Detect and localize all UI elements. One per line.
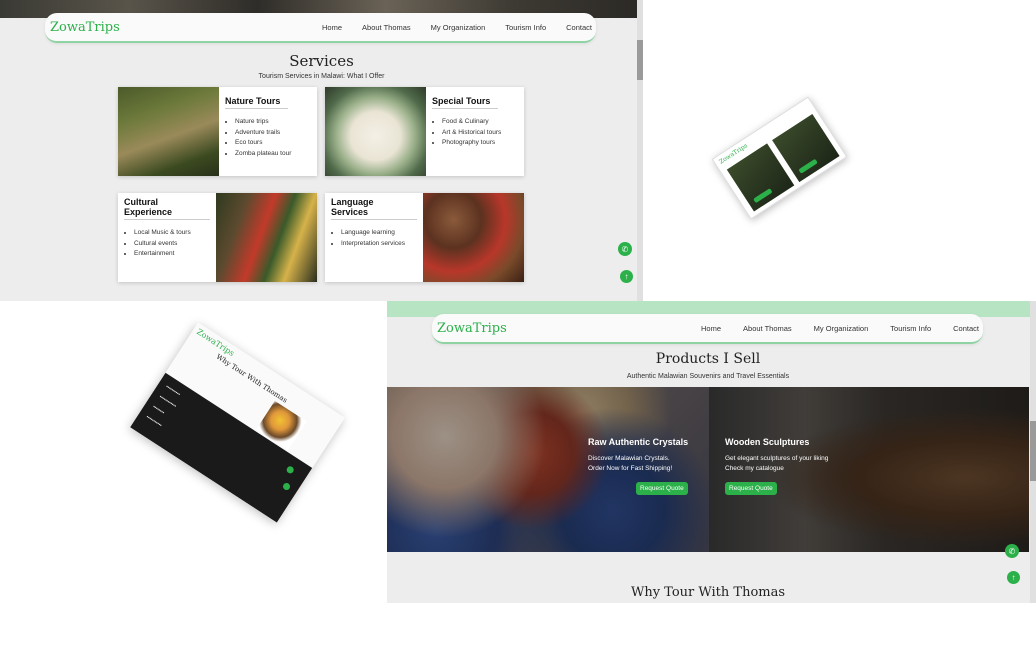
section-subtitle: Authentic Malawian Souvenirs and Travel … (626, 373, 790, 380)
card-list: Local Music & tours Cultural events Ente… (124, 228, 210, 260)
arrow-up-icon[interactable]: ↑ (1007, 571, 1020, 584)
list-item: Art & Historical tours (442, 128, 501, 139)
feature-line: ▪▪▪▪▪▪▪▪▪▪▪▪ (158, 393, 178, 409)
navbar: ZowaTrips Home About Thomas My Organizat… (432, 314, 983, 344)
banner-overlay (387, 387, 1029, 552)
arrow-up-icon[interactable]: ↑ (620, 270, 633, 283)
whatsapp-icon[interactable]: ✆ (1005, 544, 1019, 558)
feature-line: ▪▪▪▪▪▪▪▪ (152, 403, 166, 416)
quote-button-thumb (798, 158, 818, 174)
list-item: Adventure trails (235, 128, 291, 139)
logo: ZowaTrips (194, 327, 236, 359)
products-screenshot: ZowaTrips Home About Thomas My Organizat… (387, 301, 1036, 603)
nav-home[interactable]: Home (701, 324, 721, 333)
scrollbar-thumb[interactable] (1030, 421, 1036, 481)
section-subtitle: Tourism Services in Malawi: What I Offer (258, 73, 385, 80)
mobile-preview-why-tour: ZowaTrips Why Tour With Thomas ▪▪▪▪▪▪▪▪▪… (130, 322, 345, 523)
card-list: Nature trips Adventure trails Eco tours … (225, 117, 291, 159)
scrollbar[interactable] (1030, 301, 1036, 603)
navbar: ZowaTrips Home About Thomas My Organizat… (45, 13, 596, 43)
product-line: Check my catalogue (725, 465, 784, 472)
services-screenshot: ZowaTrips Home About Thomas My Organizat… (0, 0, 643, 301)
nav-contact[interactable]: Contact (566, 23, 592, 32)
list-item: Nature trips (235, 117, 291, 128)
nav-links: Home About Thomas My Organization Touris… (302, 23, 592, 32)
card-title: Cultural Experience (124, 197, 210, 220)
nav-home[interactable]: Home (322, 23, 342, 32)
nav-my-organization[interactable]: My Organization (814, 324, 869, 333)
product-sculptures: Wooden Sculptures Get elegant sculptures… (725, 437, 828, 495)
request-quote-button[interactable]: Request Quote (636, 482, 688, 495)
card-title: Special Tours (432, 96, 499, 109)
list-item: Interpretation services (341, 239, 417, 250)
service-card-cultural-experience: Cultural Experience Local Music & tours … (118, 193, 317, 282)
logo[interactable]: ZowaTrips (437, 321, 507, 336)
product-crystals: Raw Authentic Crystals Discover Malawian… (588, 437, 688, 495)
service-card-nature-tours: Nature Tours Nature trips Adventure trai… (118, 87, 317, 176)
nav-about-thomas[interactable]: About Thomas (743, 324, 792, 333)
card-list: Food & Culinary Art & Historical tours P… (432, 117, 501, 149)
why-tour-title: Why Tour With Thomas (630, 585, 786, 600)
card-title: Language Services (331, 197, 417, 220)
list-item: Cultural events (134, 239, 210, 250)
list-item: Photography tours (442, 138, 501, 149)
service-card-language-services: Language Services Language learning Inte… (325, 193, 524, 282)
list-item: Language learning (341, 228, 417, 239)
scrollbar[interactable] (637, 0, 643, 301)
section-title: Why Tour With Thomas (214, 352, 289, 405)
special-tours-image (325, 87, 426, 176)
request-quote-button[interactable]: Request Quote (725, 482, 777, 495)
product-line: Order Now for Fast Shipping! (588, 465, 673, 472)
product-title: Wooden Sculptures (725, 437, 810, 447)
products-banner: Raw Authentic Crystals Discover Malawian… (387, 387, 1029, 552)
language-services-image (423, 193, 524, 282)
nav-about-thomas[interactable]: About Thomas (362, 23, 411, 32)
collage-canvas: ZowaTrips Home About Thomas My Organizat… (0, 0, 1036, 647)
nav-tourism-info[interactable]: Tourism Info (505, 23, 546, 32)
nav-contact[interactable]: Contact (953, 324, 979, 333)
card-list: Language learning Interpretation service… (331, 228, 417, 249)
feature-line: ▪▪▪▪▪▪▪▪▪▪ (165, 383, 182, 397)
list-item: Eco tours (235, 138, 291, 149)
service-card-special-tours: Special Tours Food & Culinary Art & Hist… (325, 87, 524, 176)
product-title: Raw Authentic Crystals (588, 437, 689, 447)
nav-links: Home About Thomas My Organization Touris… (679, 324, 979, 333)
whatsapp-icon[interactable]: ✆ (618, 242, 632, 256)
list-item: Local Music & tours (134, 228, 210, 239)
section-title: Products I Sell (655, 351, 761, 367)
list-item: Zomba plateau tour (235, 149, 291, 160)
quote-button-thumb (753, 188, 773, 204)
list-item: Entertainment (134, 249, 210, 260)
logo[interactable]: ZowaTrips (50, 20, 120, 35)
product-line: Discover Malawian Crystals. (588, 455, 670, 462)
nav-tourism-info[interactable]: Tourism Info (890, 324, 931, 333)
product-line: Get elegant sculptures of your liking (725, 455, 829, 462)
nav-my-organization[interactable]: My Organization (431, 23, 486, 32)
scrollbar-thumb[interactable] (637, 40, 643, 80)
card-title: Nature Tours (225, 96, 289, 109)
section-title: Services (289, 52, 354, 70)
list-item: Food & Culinary (442, 117, 501, 128)
nature-tours-image (118, 87, 219, 176)
mobile-preview-products: ZowaTrips (711, 96, 848, 220)
cultural-experience-image (216, 193, 317, 282)
feature-line: ▪▪▪▪▪▪▪▪▪▪▪ (145, 414, 163, 428)
